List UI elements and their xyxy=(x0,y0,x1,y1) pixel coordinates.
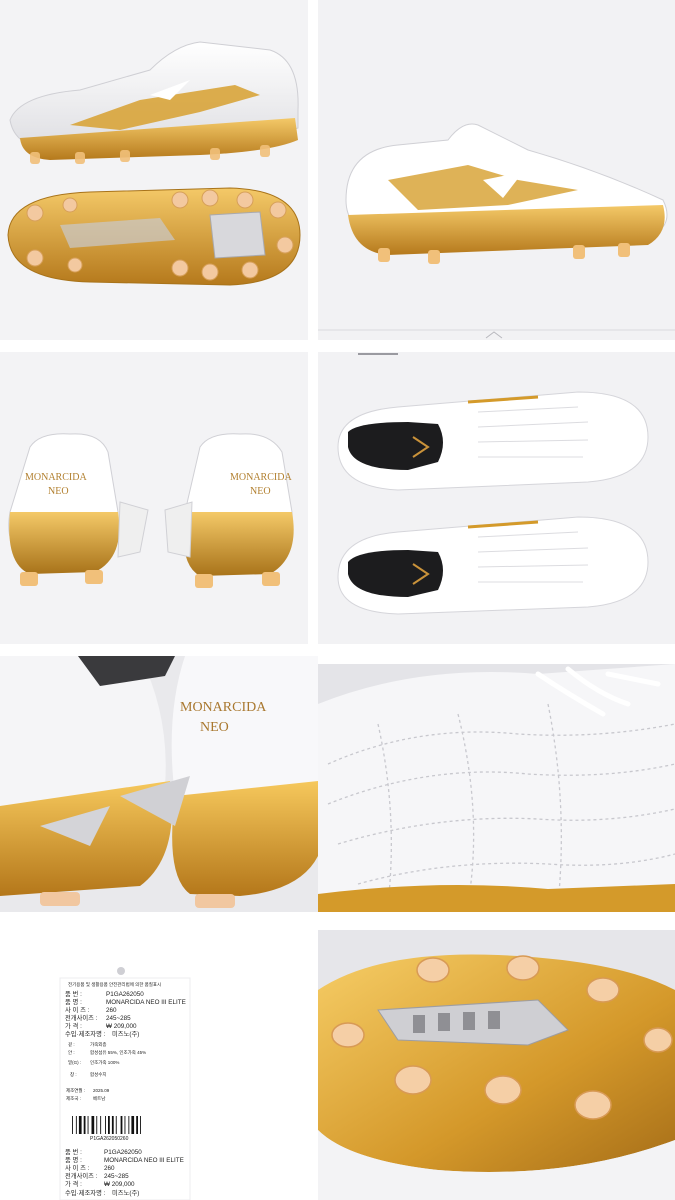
barcode-bar xyxy=(105,1116,106,1134)
tag-key: 사 이 즈 : xyxy=(65,1163,90,1172)
barcode-bar xyxy=(111,1116,114,1134)
tag-key: 품 번 : xyxy=(65,1147,82,1156)
heel-neo-left: NEO xyxy=(48,486,69,497)
tag-value: 가죽외층 xyxy=(90,1041,107,1048)
stud-sole-closeup xyxy=(318,930,675,1200)
leather-closeup-illustration xyxy=(318,664,675,912)
tag-key: 가 격 : xyxy=(65,1021,82,1030)
tag-key: 가 격 : xyxy=(65,1179,82,1188)
tag-value: 베트남 xyxy=(93,1095,105,1102)
barcode-bar xyxy=(72,1116,73,1134)
heel-logo-right: MONARCIDA xyxy=(230,472,292,483)
tag-value: 미즈노(주) xyxy=(112,1188,139,1197)
leather-stitching-closeup xyxy=(318,664,675,912)
tag-key: 수입·제조자명 : xyxy=(65,1188,106,1197)
top-down-pair-view xyxy=(318,352,675,644)
tag-key: 겉 : xyxy=(68,1041,75,1047)
barcode-bar xyxy=(140,1116,141,1134)
heel-closeup-logo: MONARCIDA xyxy=(180,700,267,715)
tag-value: MONARCIDA NEO III ELITE xyxy=(104,1157,184,1164)
barcode-bar xyxy=(75,1116,77,1134)
tag-value: P1GA262050 xyxy=(104,1149,142,1156)
tag-key: 수입·제조자명 : xyxy=(65,1029,106,1038)
tag-key: 품 명 : xyxy=(65,997,82,1006)
tag-key: 품 명 : xyxy=(65,1155,82,1164)
side-view-illustration xyxy=(318,123,675,339)
barcode-bar xyxy=(87,1116,89,1134)
tag-key: 창 : xyxy=(70,1071,77,1077)
barcode-bar xyxy=(78,1116,82,1134)
tag-key: 품 번 : xyxy=(65,989,82,998)
tag-value: MONARCIDA NEO III ELITE xyxy=(106,999,186,1006)
tag-value: ₩ 209,000 xyxy=(104,1181,135,1188)
tag-value: P1GA262050 xyxy=(106,991,144,998)
barcode-bar xyxy=(115,1116,117,1134)
barcode-bar xyxy=(100,1116,102,1134)
barcode-bar xyxy=(96,1116,98,1134)
heel-closeup-illustration: MONARCIDA NEO xyxy=(0,656,318,908)
product-label-tag: 전기용품 및 생활용품 안전관리법에 의한 품질표시 품 번 : P1GA2620… xyxy=(0,924,318,1200)
tag-key: 제조국 : xyxy=(66,1095,81,1102)
barcode-bar xyxy=(136,1116,138,1134)
tag-key: 전개사이즈 : xyxy=(65,1171,98,1180)
tag-value: 245~285 xyxy=(104,1173,129,1180)
heel-pair-view: MONARCIDA NEO MONARCIDA NEO xyxy=(0,352,308,644)
barcode-bar xyxy=(91,1116,95,1134)
tag-value: 합성수지 xyxy=(90,1071,107,1078)
tag-value: 인조가죽 100% xyxy=(90,1059,119,1066)
barcode-bar xyxy=(128,1116,130,1134)
heel-closeup-neo: NEO xyxy=(200,720,229,735)
side-and-sole-view xyxy=(0,0,308,340)
barcode-bar xyxy=(131,1116,135,1134)
label-tag-svg: 전기용품 및 생활용품 안전관리법에 의한 품질표시 품 번 : P1GA2620… xyxy=(59,967,191,1200)
side-and-sole-illustration xyxy=(7,41,301,286)
side-view xyxy=(318,0,675,340)
tag-key: 밑(G) : xyxy=(68,1059,81,1065)
tag-value: 2025.09 xyxy=(93,1088,110,1093)
tag-value: 미즈노(주) xyxy=(112,1029,139,1038)
tag-value: 합성섬유 55%, 인조가죽 45% xyxy=(90,1049,146,1056)
tag-key: 사 이 즈 : xyxy=(65,1005,90,1014)
tag-value: 245~285 xyxy=(106,1015,131,1022)
barcode-number: P1GA262050260 xyxy=(90,1136,129,1142)
barcode-bar xyxy=(83,1116,86,1134)
tag-key: 안 : xyxy=(68,1049,75,1055)
tag-value: 260 xyxy=(106,1007,117,1014)
tag-value: ₩ 209,000 xyxy=(106,1023,137,1030)
heel-neo-right: NEO xyxy=(250,486,271,497)
tag-value: 260 xyxy=(104,1165,115,1172)
tag-header: 전기용품 및 생활용품 안전관리법에 의한 품질표시 xyxy=(68,981,161,988)
heel-pair-illustration: MONARCIDA NEO MONARCIDA NEO xyxy=(8,433,294,588)
barcode-bar xyxy=(124,1116,126,1134)
tag-hole xyxy=(117,967,125,975)
top-down-pair-illustration xyxy=(337,353,649,615)
mizuno-runbird-logo xyxy=(485,331,503,339)
barcode-bar xyxy=(120,1116,123,1134)
stud-closeup-illustration xyxy=(318,954,675,1200)
tag-key: 제조연월 : xyxy=(66,1087,85,1094)
heel-closeup: MONARCIDA NEO xyxy=(0,656,318,912)
tag-key: 전개사이즈 : xyxy=(65,1013,98,1022)
heel-logo-left: MONARCIDA xyxy=(25,472,87,483)
barcode-bar xyxy=(108,1116,110,1134)
